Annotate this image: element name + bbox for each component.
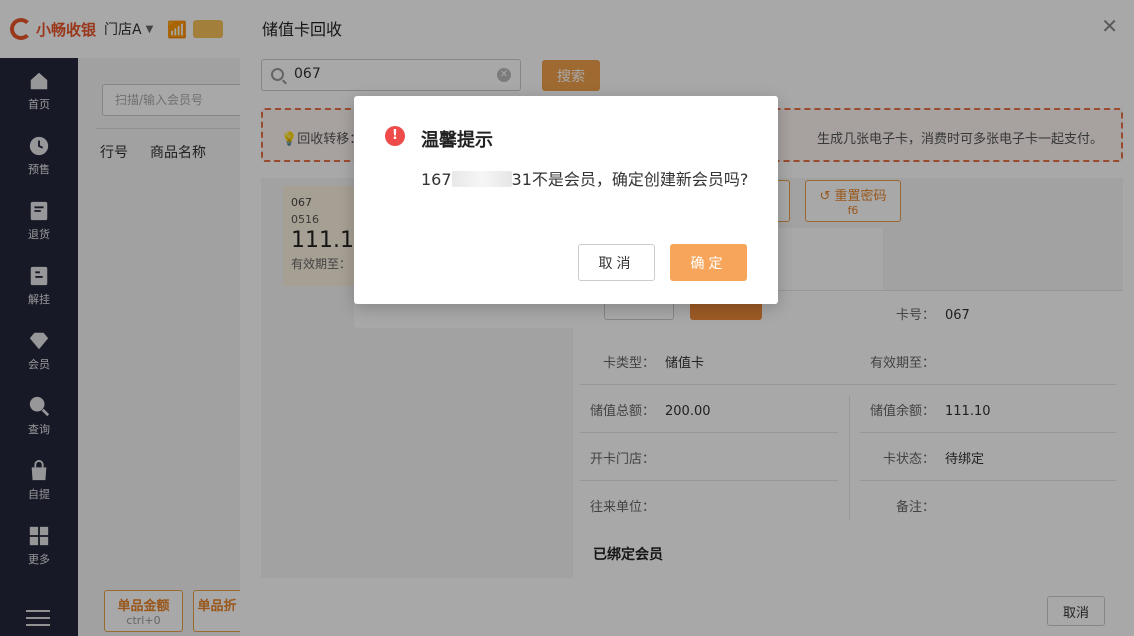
- dialog-title: 温馨提示: [421, 130, 493, 151]
- confirm-dialog: ! 温馨提示 167 31不是会员，确定创建新会员吗? 取消 确定: [354, 96, 778, 304]
- message-suffix: 31不是会员，确定创建新会员吗?: [511, 170, 749, 189]
- dialog-message: 167 31不是会员，确定创建新会员吗?: [421, 166, 751, 193]
- warning-icon: !: [385, 126, 405, 146]
- dialog-cancel-button[interactable]: 取消: [578, 244, 655, 281]
- dialog-ok-button[interactable]: 确定: [670, 244, 747, 281]
- masked-phone: [451, 171, 512, 187]
- message-prefix: 167: [421, 170, 452, 189]
